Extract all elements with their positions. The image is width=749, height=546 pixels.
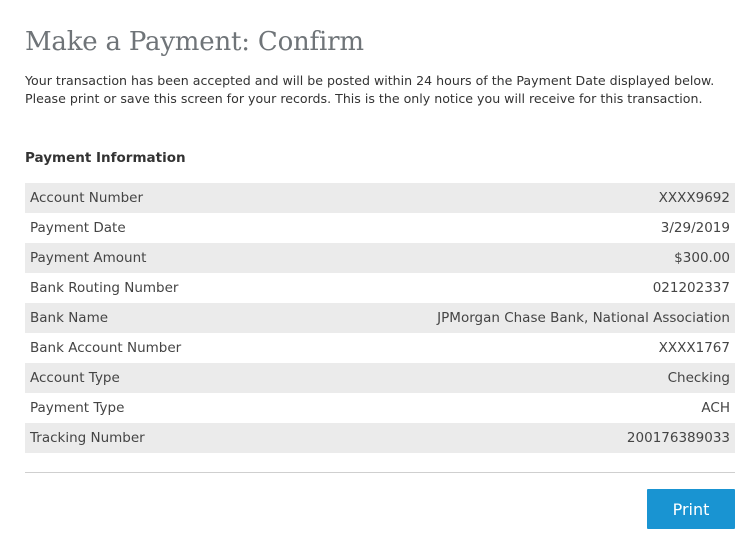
row-label: Account Number bbox=[30, 190, 144, 206]
table-row-payment-date: Payment Date 3/29/2019 bbox=[25, 213, 735, 243]
row-label: Bank Name bbox=[30, 310, 109, 326]
print-button[interactable]: Print bbox=[647, 489, 735, 529]
payment-info-table: Account Number XXXX9692 Payment Date 3/2… bbox=[25, 183, 735, 453]
row-label: Bank Routing Number bbox=[30, 280, 179, 296]
table-row-payment-type: Payment Type ACH bbox=[25, 393, 735, 423]
row-value: ACH bbox=[701, 400, 730, 416]
row-label: Account Type bbox=[30, 370, 120, 386]
row-value: Checking bbox=[667, 370, 730, 386]
row-value: XXXX9692 bbox=[658, 190, 730, 206]
section-divider bbox=[25, 472, 735, 473]
row-value: JPMorgan Chase Bank, National Associatio… bbox=[437, 310, 730, 326]
row-value: $300.00 bbox=[674, 250, 730, 266]
table-row-bank-routing-number: Bank Routing Number 021202337 bbox=[25, 273, 735, 303]
table-row-account-number: Account Number XXXX9692 bbox=[25, 183, 735, 213]
row-value: 200176389033 bbox=[626, 430, 730, 446]
row-label: Payment Date bbox=[30, 220, 126, 236]
row-label: Payment Type bbox=[30, 400, 125, 416]
row-value: 3/29/2019 bbox=[660, 220, 730, 236]
table-row-bank-name: Bank Name JPMorgan Chase Bank, National … bbox=[25, 303, 735, 333]
table-row-payment-amount: Payment Amount $300.00 bbox=[25, 243, 735, 273]
row-value: 021202337 bbox=[652, 280, 730, 296]
row-value: XXXX1767 bbox=[658, 340, 730, 356]
table-row-account-type: Account Type Checking bbox=[25, 363, 735, 393]
row-label: Bank Account Number bbox=[30, 340, 182, 356]
page-title: Make a Payment: Confirm bbox=[25, 27, 364, 57]
table-row-bank-account-number: Bank Account Number XXXX1767 bbox=[25, 333, 735, 363]
row-label: Payment Amount bbox=[30, 250, 147, 266]
confirmation-message: Your transaction has been accepted and w… bbox=[25, 73, 715, 106]
row-label: Tracking Number bbox=[30, 430, 145, 446]
payment-info-heading: Payment Information bbox=[25, 150, 186, 166]
table-row-tracking-number: Tracking Number 200176389033 bbox=[25, 423, 735, 453]
